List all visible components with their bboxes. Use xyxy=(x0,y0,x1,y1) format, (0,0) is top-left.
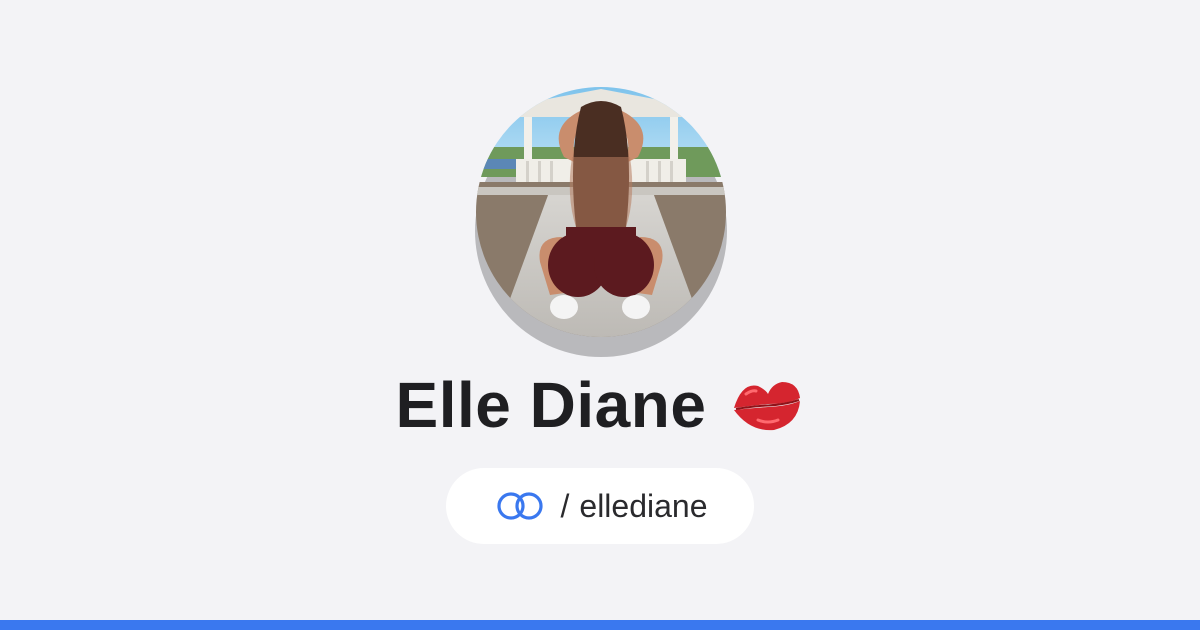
avatar-photo xyxy=(476,87,726,337)
profile-name: Elle Diane xyxy=(395,369,707,441)
profile-handle: ellediane xyxy=(579,488,708,524)
profile-avatar-container xyxy=(475,87,727,357)
profile-link-pill[interactable]: / ellediane xyxy=(446,468,754,544)
handle-separator: / xyxy=(560,488,570,524)
avatar[interactable] xyxy=(476,87,726,337)
kiss-mark-icon xyxy=(728,374,804,436)
link-rings-icon xyxy=(493,489,549,523)
bottom-accent-bar xyxy=(0,620,1200,630)
profile-name-row: Elle Diane xyxy=(0,362,1200,448)
